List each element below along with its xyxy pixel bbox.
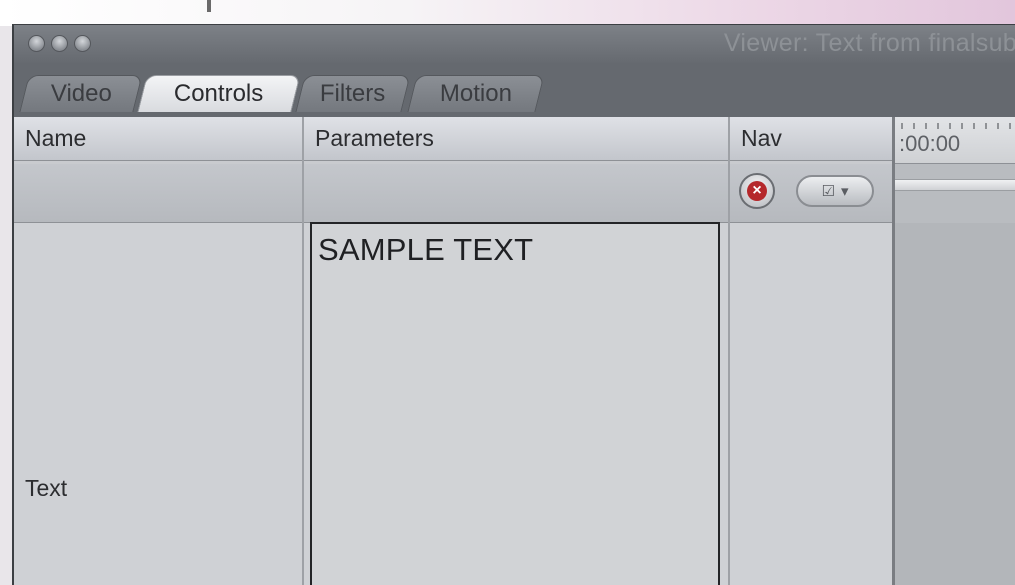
tab-label: Motion [439,80,512,107]
tab-bar: Video Controls Filters Motion [14,63,1015,117]
keyframe-menu-button[interactable]: ☑ ▾ [796,175,874,207]
menu-bar-mark [207,0,211,12]
column-header-parameters[interactable]: Parameters [304,117,728,161]
controls-panel: Name Parameters Nav Text SAMPLE TEXT × ☑… [14,117,895,585]
ruler-ticks [901,123,1011,129]
column-separator [728,117,730,585]
parameter-label-text: Text [25,475,68,501]
timecode-label: :00:00 [899,131,961,156]
keyframe-track[interactable] [895,223,1015,585]
viewer-window: Viewer: Text from finalsub Video Control… [12,24,1015,585]
window-title: Viewer: Text from finalsub [723,29,1015,57]
timeline-track-bar[interactable] [895,179,1015,191]
tab-motion[interactable]: Motion [407,75,545,112]
tab-controls[interactable]: Controls [137,75,301,112]
tab-video[interactable]: Video [19,75,143,112]
title-bar[interactable]: Viewer: Text from finalsub [14,25,1015,63]
tab-label: Video [50,80,112,107]
close-window-button[interactable] [28,35,45,52]
keyframe-timeline-area: :00:00 [895,117,1015,585]
tab-label: Filters [320,80,386,107]
column-header-name[interactable]: Name [14,117,302,161]
tab-filters[interactable]: Filters [295,75,411,112]
reset-x-icon: × [747,181,767,201]
text-input-area[interactable]: SAMPLE TEXT [310,222,720,585]
window-controls [28,35,91,52]
desktop-strip [0,0,1015,26]
column-header-nav[interactable]: Nav [730,117,892,161]
minimize-window-button[interactable] [51,35,68,52]
reset-button[interactable]: × [739,173,775,209]
keyframe-menu-icon: ☑ [821,183,835,200]
column-separator [302,117,304,585]
timeline-ruler[interactable]: :00:00 [895,117,1015,164]
zoom-window-button[interactable] [74,35,91,52]
tab-label: Controls [174,80,264,107]
chevron-down-icon: ▾ [840,183,849,200]
